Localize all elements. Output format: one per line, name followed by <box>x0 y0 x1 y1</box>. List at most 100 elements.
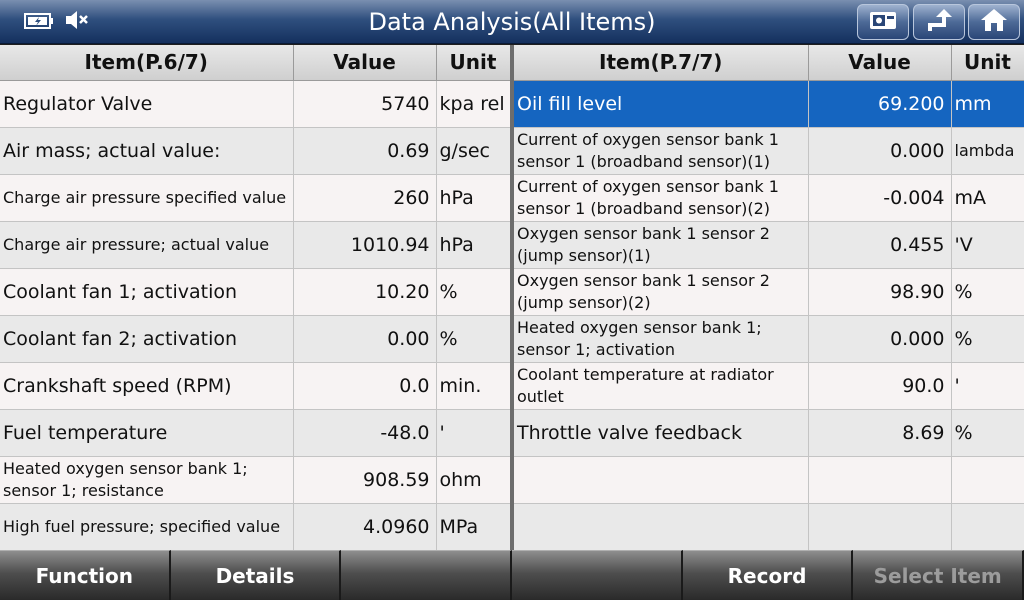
right-data-table-panel: Item(P.7/7) Value Unit Oil fill level 69… <box>514 45 1024 551</box>
item-name: High fuel pressure; specified value <box>0 503 294 551</box>
item-value: 0.00 <box>293 315 437 363</box>
item-unit: ohm <box>436 456 511 504</box>
home-icon <box>979 7 1009 37</box>
table-row[interactable]: Oxygen sensor bank 1 sensor 2 (jump sens… <box>514 268 1024 316</box>
empty-button-2 <box>512 550 683 600</box>
item-name: Coolant temperature at radiator outlet <box>514 362 809 410</box>
item-unit: ' <box>951 362 1024 410</box>
item-unit: hPa <box>436 174 511 222</box>
table-row[interactable]: Crankshaft speed (RPM) 0.0 min. <box>0 362 511 410</box>
column-header-unit: Unit <box>436 45 511 81</box>
item-unit: lambda <box>951 127 1024 175</box>
left-data-table-panel: Item(P.6/7) Value Unit Regulator Valve 5… <box>0 45 511 551</box>
table-row[interactable]: Coolant fan 2; activation 0.00 % <box>0 315 511 363</box>
record-button[interactable]: Record <box>682 550 854 600</box>
item-name <box>514 456 809 504</box>
item-name: Coolant fan 2; activation <box>0 315 294 363</box>
item-value: 1010.94 <box>293 221 437 269</box>
item-name: Regulator Valve <box>0 80 294 128</box>
details-button[interactable]: Details <box>170 550 342 600</box>
item-value <box>808 456 952 504</box>
column-header-item: Item(P.6/7) <box>0 45 294 81</box>
table-header-row: Item(P.6/7) Value Unit <box>0 45 511 81</box>
table-row[interactable]: Coolant fan 1; activation 10.20 % <box>0 268 511 316</box>
table-row-selected[interactable]: Oil fill level 69.200 mm <box>514 80 1024 128</box>
item-value: 69.200 <box>808 80 952 128</box>
item-name: Oxygen sensor bank 1 sensor 2 (jump sens… <box>514 268 809 316</box>
item-name: Charge air pressure; actual value <box>0 221 294 269</box>
item-name: Fuel temperature <box>0 409 294 457</box>
table-row[interactable]: Oxygen sensor bank 1 sensor 2 (jump sens… <box>514 221 1024 269</box>
item-unit: mm <box>951 80 1024 128</box>
item-value: 4.0960 <box>293 503 437 551</box>
item-name: Coolant fan 1; activation <box>0 268 294 316</box>
item-value: 98.90 <box>808 268 952 316</box>
item-value: 0.0 <box>293 362 437 410</box>
item-value: -0.004 <box>808 174 952 222</box>
item-value <box>808 503 952 551</box>
table-row[interactable]: Regulator Valve 5740 kpa rel <box>0 80 511 128</box>
table-row[interactable]: High fuel pressure; specified value 4.09… <box>0 503 511 551</box>
table-row-empty <box>514 456 1024 504</box>
table-row[interactable]: Current of oxygen sensor bank 1 sensor 1… <box>514 127 1024 175</box>
back-icon <box>924 7 954 37</box>
item-value: 0.000 <box>808 315 952 363</box>
table-row[interactable]: Heated oxygen sensor bank 1; sensor 1; r… <box>0 456 511 504</box>
item-value: 0.69 <box>293 127 437 175</box>
item-name: Current of oxygen sensor bank 1 sensor 1… <box>514 127 809 175</box>
item-unit: MPa <box>436 503 511 551</box>
table-row[interactable]: Air mass; actual value: 0.69 g/sec <box>0 127 511 175</box>
item-name <box>514 503 809 551</box>
select-item-button[interactable]: Select Item <box>853 550 1024 600</box>
item-unit: kpa rel <box>436 80 511 128</box>
column-header-item: Item(P.7/7) <box>514 45 809 81</box>
item-unit <box>951 503 1024 551</box>
item-value: 8.69 <box>808 409 952 457</box>
table-row[interactable]: Current of oxygen sensor bank 1 sensor 1… <box>514 174 1024 222</box>
back-button[interactable] <box>913 4 965 40</box>
table-row[interactable]: Fuel temperature -48.0 ' <box>0 409 511 457</box>
item-unit: ' <box>436 409 511 457</box>
item-name: Crankshaft speed (RPM) <box>0 362 294 410</box>
column-header-value: Value <box>808 45 952 81</box>
item-value: 0.000 <box>808 127 952 175</box>
item-name: Charge air pressure specified value <box>0 174 294 222</box>
column-header-unit: Unit <box>951 45 1024 81</box>
screenshot-button[interactable] <box>857 4 909 40</box>
item-unit: g/sec <box>436 127 511 175</box>
table-row[interactable]: Charge air pressure; actual value 1010.9… <box>0 221 511 269</box>
item-name: Current of oxygen sensor bank 1 sensor 1… <box>514 174 809 222</box>
item-name: Oil fill level <box>514 80 809 128</box>
title-bar: Data Analysis(All Items) <box>0 0 1024 44</box>
item-unit: min. <box>436 362 511 410</box>
table-row-empty <box>514 503 1024 551</box>
item-unit: mA <box>951 174 1024 222</box>
screenshot-icon <box>868 8 898 36</box>
item-unit: % <box>951 315 1024 363</box>
item-value: 5740 <box>293 80 437 128</box>
item-name: Throttle valve feedback <box>514 409 809 457</box>
left-data-table: Item(P.6/7) Value Unit Regulator Valve 5… <box>0 45 511 551</box>
item-value: 10.20 <box>293 268 437 316</box>
item-value: 908.59 <box>293 456 437 504</box>
home-button[interactable] <box>968 4 1020 40</box>
function-button[interactable]: Function <box>0 550 171 600</box>
table-row[interactable]: Throttle valve feedback 8.69 % <box>514 409 1024 457</box>
item-name: Oxygen sensor bank 1 sensor 2 (jump sens… <box>514 221 809 269</box>
table-header-row: Item(P.7/7) Value Unit <box>514 45 1024 81</box>
item-name: Air mass; actual value: <box>0 127 294 175</box>
item-value: -48.0 <box>293 409 437 457</box>
item-unit: % <box>951 409 1024 457</box>
item-unit: hPa <box>436 221 511 269</box>
table-row[interactable]: Coolant temperature at radiator outlet 9… <box>514 362 1024 410</box>
empty-button-1 <box>341 550 513 600</box>
item-value: 90.0 <box>808 362 952 410</box>
item-unit <box>951 456 1024 504</box>
right-data-table: Item(P.7/7) Value Unit Oil fill level 69… <box>514 45 1024 551</box>
item-unit: % <box>436 315 511 363</box>
item-unit: 'V <box>951 221 1024 269</box>
table-row[interactable]: Heated oxygen sensor bank 1; sensor 1; a… <box>514 315 1024 363</box>
column-header-value: Value <box>293 45 437 81</box>
item-value: 0.455 <box>808 221 952 269</box>
table-row[interactable]: Charge air pressure specified value 260 … <box>0 174 511 222</box>
